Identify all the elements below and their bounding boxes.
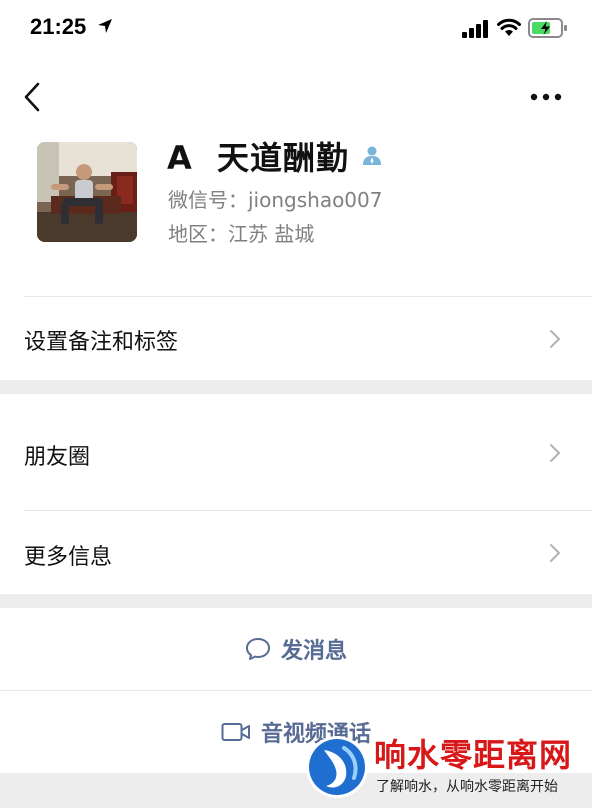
status-time: 21:25 — [30, 14, 87, 39]
name-row: A 天道酬勤 — [167, 134, 383, 178]
chevron-right-icon — [550, 444, 560, 462]
moments-label: 朋友圈 — [24, 445, 91, 470]
chevron-right-icon — [550, 544, 560, 562]
section-gap — [0, 380, 592, 394]
battery-charging-icon — [528, 18, 567, 38]
more-info-label: 更多信息 — [24, 545, 113, 570]
video-camera-icon — [221, 723, 250, 741]
chevron-right-icon — [550, 330, 560, 348]
remarks-tags-row[interactable]: 设置备注和标签 — [0, 298, 592, 380]
send-message-button[interactable]: 发消息 — [0, 608, 592, 690]
section-gap — [0, 594, 592, 608]
profile-divider — [24, 296, 592, 297]
send-message-label: 发消息 — [280, 639, 347, 664]
moments-row[interactable]: 朋友圈 — [0, 394, 592, 510]
person-icon — [363, 146, 382, 165]
status-bar: 21:25 — [0, 0, 592, 60]
wechat-id: 微信号：jiongshao007 — [168, 188, 383, 212]
wifi-icon — [497, 18, 521, 36]
remarks-tags-label: 设置备注和标签 — [24, 330, 179, 355]
profile-header: A 天道酬勤 微信号：jiongshao007 地区：江苏 盐城 — [0, 134, 592, 298]
region: 地区：江苏 盐城 — [168, 222, 315, 246]
location-arrow-icon — [98, 19, 112, 33]
more-info-row[interactable]: 更多信息 — [0, 511, 592, 594]
watermark: 响水零距离网 了解响水，从响水零距离开始 — [300, 726, 592, 808]
watermark-title: 响水零距离网 — [374, 736, 573, 774]
watermark-subtitle: 了解响水，从响水零距离开始 — [376, 779, 558, 795]
avatar[interactable] — [37, 142, 137, 242]
back-icon[interactable] — [20, 80, 46, 114]
chat-bubble-icon — [245, 638, 270, 660]
watermark-logo — [306, 736, 368, 798]
more-icon[interactable] — [526, 86, 566, 108]
navigation-bar — [0, 60, 592, 134]
contact-name: A 天道酬勤 — [167, 139, 350, 177]
signal-icon — [462, 20, 488, 38]
